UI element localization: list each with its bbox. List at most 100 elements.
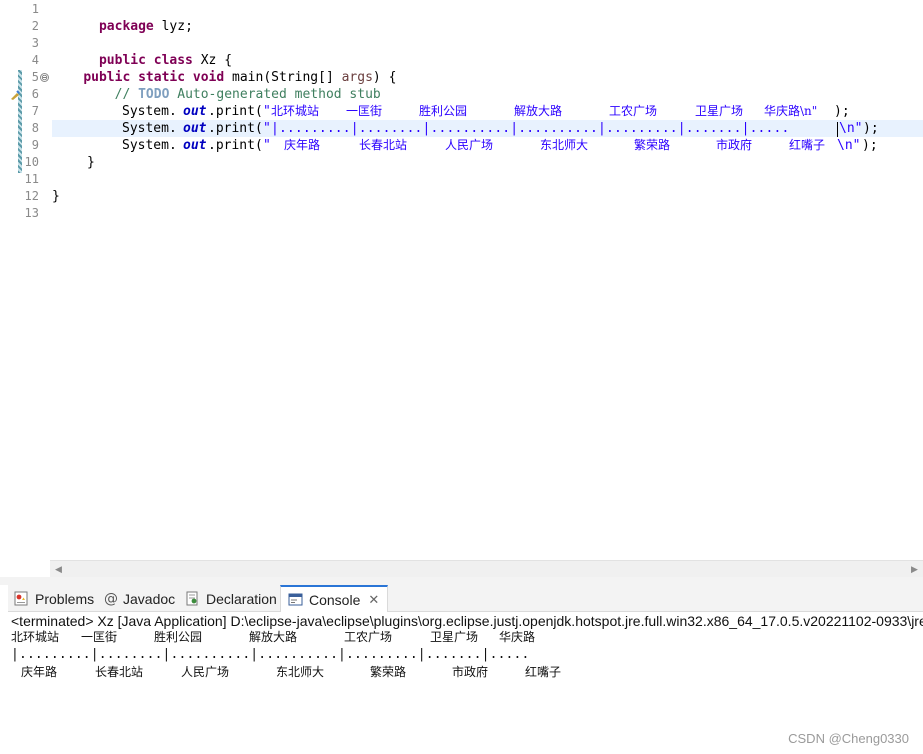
fold-collapse-icon[interactable]: ⊖ [40, 73, 49, 82]
station-name: 红嘴子 [525, 665, 562, 679]
scroll-right-icon[interactable]: ▶ [906, 561, 923, 578]
string-station: 东北师大 [540, 138, 589, 152]
code-text: System. [122, 104, 177, 119]
console-output-row-2: |.........|........|..........|.........… [11, 646, 923, 664]
tab-javadoc[interactable]: @ Javadoc [104, 585, 176, 612]
console-output[interactable]: <terminated> Xz [Java Application] D:\ec… [8, 612, 923, 754]
panel-separator[interactable] [0, 577, 923, 585]
scroll-left-icon[interactable]: ◀ [50, 561, 67, 578]
code-text: Xz { [192, 53, 233, 68]
code-text: lyz; [153, 19, 193, 34]
console-icon [287, 592, 303, 608]
text-caret [837, 121, 838, 138]
station-name: 解放大路 [249, 630, 298, 644]
string-station: 解放大路 [514, 104, 563, 118]
code-text: ) { [372, 70, 397, 85]
string-station: 红嘴子 [789, 138, 826, 152]
line-number: 5 [31, 70, 39, 84]
code-text: ); [834, 104, 850, 119]
string-station: 市政府 [716, 138, 753, 152]
string-station: 北环城站 [271, 104, 320, 118]
tab-console[interactable]: Console ✕ [280, 585, 389, 613]
dotted-track: |.........|........|..........|.........… [11, 647, 530, 662]
line-number: 6 [31, 87, 39, 101]
parameter: args [341, 70, 373, 85]
code-text: .print( [208, 104, 263, 119]
declaration-icon [184, 591, 200, 607]
close-icon[interactable]: ✕ [368, 592, 379, 608]
tab-label: Javadoc [123, 590, 176, 607]
line-number: 9 [31, 138, 39, 152]
comment: Auto-generated method stub [169, 87, 381, 102]
code-area[interactable]: package lyz; public class Xz { public st… [52, 0, 923, 560]
keyword: public static void [83, 70, 225, 85]
horizontal-scrollbar[interactable]: ◀ ▶ [50, 560, 923, 577]
code-text: System. [122, 138, 177, 153]
line-number: 7 [31, 104, 39, 118]
view-tab-bar: Problems @ Javadoc Declaration Console ✕ [8, 585, 923, 613]
string-quote: " [263, 138, 271, 153]
station-name: 繁荣路 [370, 665, 407, 679]
line-number: 13 [24, 206, 39, 220]
string-dots: "|.........|........|..........|........… [263, 121, 790, 136]
code-text: ); [862, 138, 878, 153]
annotation-ruler [8, 0, 29, 560]
console-output-row-1: 北环城站 一匡街 胜利公园 解放大路 工农广场 卫星广场 华庆路 [11, 628, 923, 646]
station-name: 长春北站 [95, 665, 144, 679]
code-text: .print( [208, 138, 263, 153]
line-number: 8 [31, 121, 39, 135]
code-line-3: public class Xz { [52, 35, 923, 68]
line-number: 10 [24, 155, 39, 169]
station-name: 庆年路 [21, 665, 58, 679]
string-newline: \n" [839, 121, 863, 136]
station-name: 工农广场 [344, 630, 393, 644]
tab-problems[interactable]: Problems [13, 585, 94, 612]
station-name: 胜利公园 [154, 630, 203, 644]
tab-label: Console [309, 592, 361, 608]
console-output-row-3: 庆年路 长春北站 人民广场 东北师大 繁荣路 市政府 红嘴子 [11, 663, 923, 681]
string-quote: " [263, 104, 271, 119]
tab-label: Declaration [206, 590, 277, 607]
station-name: 华庆路 [499, 630, 536, 644]
string-station: 工农广场 [609, 104, 658, 118]
code-line-5: public static void main(String[] args) { [52, 69, 923, 86]
code-text: .print( [208, 121, 263, 136]
javadoc-icon: @ [104, 590, 118, 607]
code-text: main(String[] [224, 70, 342, 85]
code-line-10: } [52, 154, 923, 171]
field-out: out [183, 121, 207, 136]
code-text: } [52, 189, 60, 204]
string-station: 长春北站 [359, 138, 408, 152]
code-line-1: package lyz; [52, 1, 923, 34]
keyword: public class [98, 53, 193, 68]
editor-left-strip [0, 0, 8, 560]
string-station: 胜利公园 [419, 104, 468, 118]
field-out: out [183, 104, 207, 119]
station-name: 一匡街 [81, 630, 118, 644]
string-station: 一匡街 [346, 104, 383, 118]
string-station: 庆年路 [284, 138, 321, 152]
line-number: 12 [24, 189, 39, 203]
string-station: 卫星广场 [695, 104, 744, 118]
field-out: out [183, 138, 207, 153]
tab-declaration[interactable]: Declaration [184, 585, 277, 612]
code-line-7: System. out .print( " 北环城站 一匡街 胜利公园 解放大路… [52, 103, 923, 120]
line-number: 3 [31, 36, 39, 50]
station-name: 人民广场 [181, 665, 230, 679]
code-text: System. [122, 121, 177, 136]
todo-tag: TODO [138, 87, 170, 102]
code-editor[interactable]: 1 2 3 4 5 6 7 8 9 10 11 12 13 ⊖ package … [0, 0, 923, 560]
code-line-8: System. out .print( "|.........|........… [52, 120, 923, 137]
station-name: 北环城站 [11, 630, 60, 644]
code-line-6: // TODO Auto-generated method stub [52, 86, 923, 103]
line-number-gutter: 1 2 3 4 5 6 7 8 9 10 11 12 13 [22, 0, 50, 560]
line-number: 2 [31, 19, 39, 33]
problems-icon [13, 591, 29, 607]
string-station: 人民广场 [445, 138, 494, 152]
station-name: 卫星广场 [430, 630, 479, 644]
string-newline: \n" [837, 138, 861, 153]
watermark: CSDN @Cheng0330 [788, 731, 909, 746]
comment: // [114, 87, 139, 102]
keyword: package [98, 19, 154, 34]
task-marker-icon [11, 90, 20, 100]
